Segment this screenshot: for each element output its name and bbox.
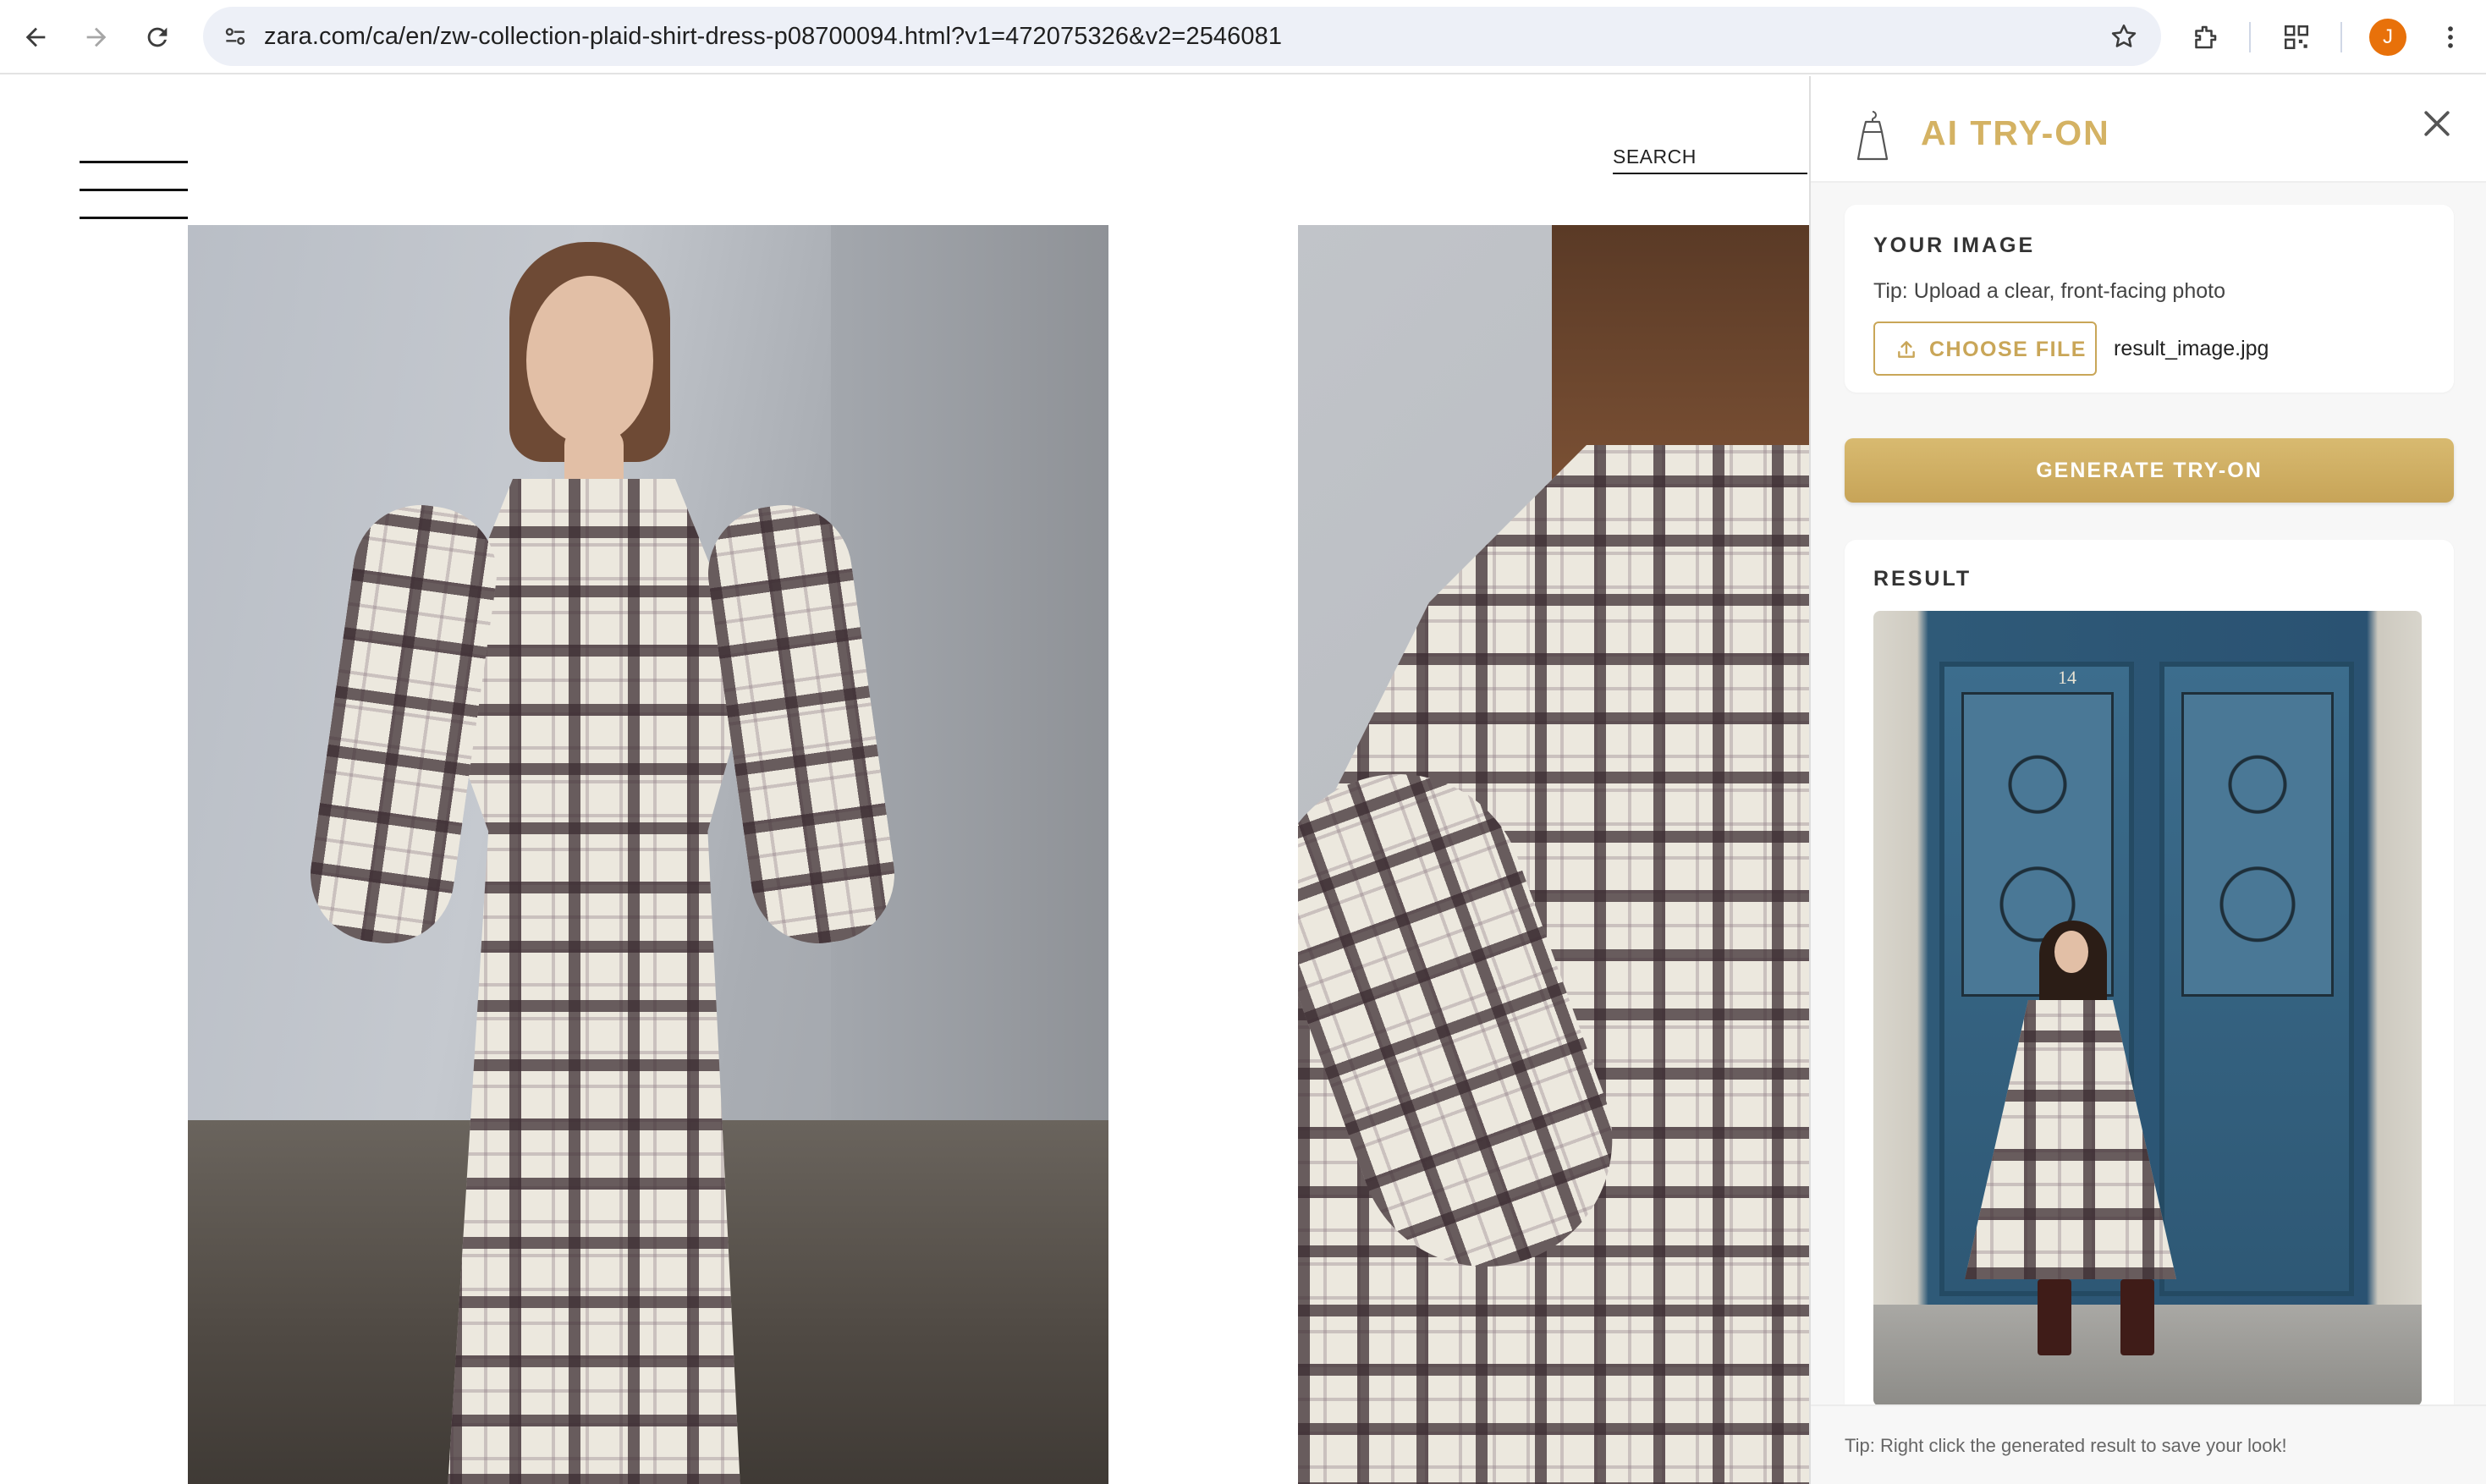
forward-button[interactable] [74, 15, 118, 59]
result-heading: RESULT [1873, 567, 1972, 591]
url-text[interactable]: zara.com/ca/en/zw-collection-plaid-shirt… [264, 7, 1282, 66]
star-icon[interactable] [2109, 21, 2139, 52]
panel-footer: Tip: Right click the generated result to… [1811, 1404, 2486, 1484]
forward-arrow-icon [86, 27, 107, 47]
site-settings-button[interactable] [215, 16, 256, 57]
save-tip: Tip: Right click the generated result to… [1845, 1435, 2287, 1456]
browser-toolbar: zara.com/ca/en/zw-collection-plaid-shirt… [0, 0, 2486, 74]
search-label: SEARCH [1613, 146, 1697, 168]
extensions-button[interactable] [2183, 15, 2227, 59]
toolbar-separator [2249, 22, 2251, 52]
choose-file-label: CHOOSE FILE [1929, 338, 2087, 361]
profile-avatar[interactable]: J [2369, 19, 2406, 56]
ai-tryon-panel: AI TRY-ON YOUR IMAGE Tip: Upload a clear… [1809, 76, 2486, 1484]
door-number: 14 [2058, 667, 2076, 688]
back-button[interactable] [14, 15, 58, 59]
panel-title: AI TRY-ON [1921, 113, 2110, 152]
toolbar-separator [2340, 22, 2342, 52]
dress-logo-icon [1856, 111, 1889, 161]
generate-tryon-button[interactable]: GENERATE TRY-ON [1845, 438, 2454, 503]
panel-header: AI TRY-ON [1811, 76, 2486, 183]
qr-code-icon [2284, 25, 2309, 50]
selected-filename: result_image.jpg [2114, 337, 2269, 360]
address-bar[interactable]: zara.com/ca/en/zw-collection-plaid-shirt… [203, 7, 2161, 66]
hamburger-menu-icon[interactable] [80, 161, 188, 220]
reload-button[interactable] [135, 15, 179, 59]
upload-tip: Tip: Upload a clear, front-facing photo [1873, 279, 2225, 303]
your-image-card: YOUR IMAGE Tip: Upload a clear, front-fa… [1845, 205, 2454, 393]
tryon-result-image[interactable]: 14 [1873, 611, 2422, 1406]
product-image-front[interactable] [188, 225, 1108, 1484]
site-settings-icon [225, 28, 245, 45]
your-image-heading: YOUR IMAGE [1873, 234, 2036, 257]
upload-icon [1898, 341, 1915, 358]
reload-icon [147, 27, 168, 47]
extensions-icon [2195, 25, 2217, 49]
choose-file-button[interactable]: CHOOSE FILE [1873, 322, 2097, 376]
qr-code-button[interactable] [2274, 15, 2318, 59]
back-arrow-icon [25, 27, 46, 47]
more-menu-icon [2448, 26, 2453, 48]
product-image-detail[interactable] [1298, 225, 1809, 1484]
search-input[interactable]: SEARCH [1613, 137, 1807, 174]
close-icon[interactable] [2418, 105, 2456, 142]
more-menu-button[interactable] [2428, 15, 2472, 59]
result-card: RESULT 14 [1845, 540, 2454, 1484]
